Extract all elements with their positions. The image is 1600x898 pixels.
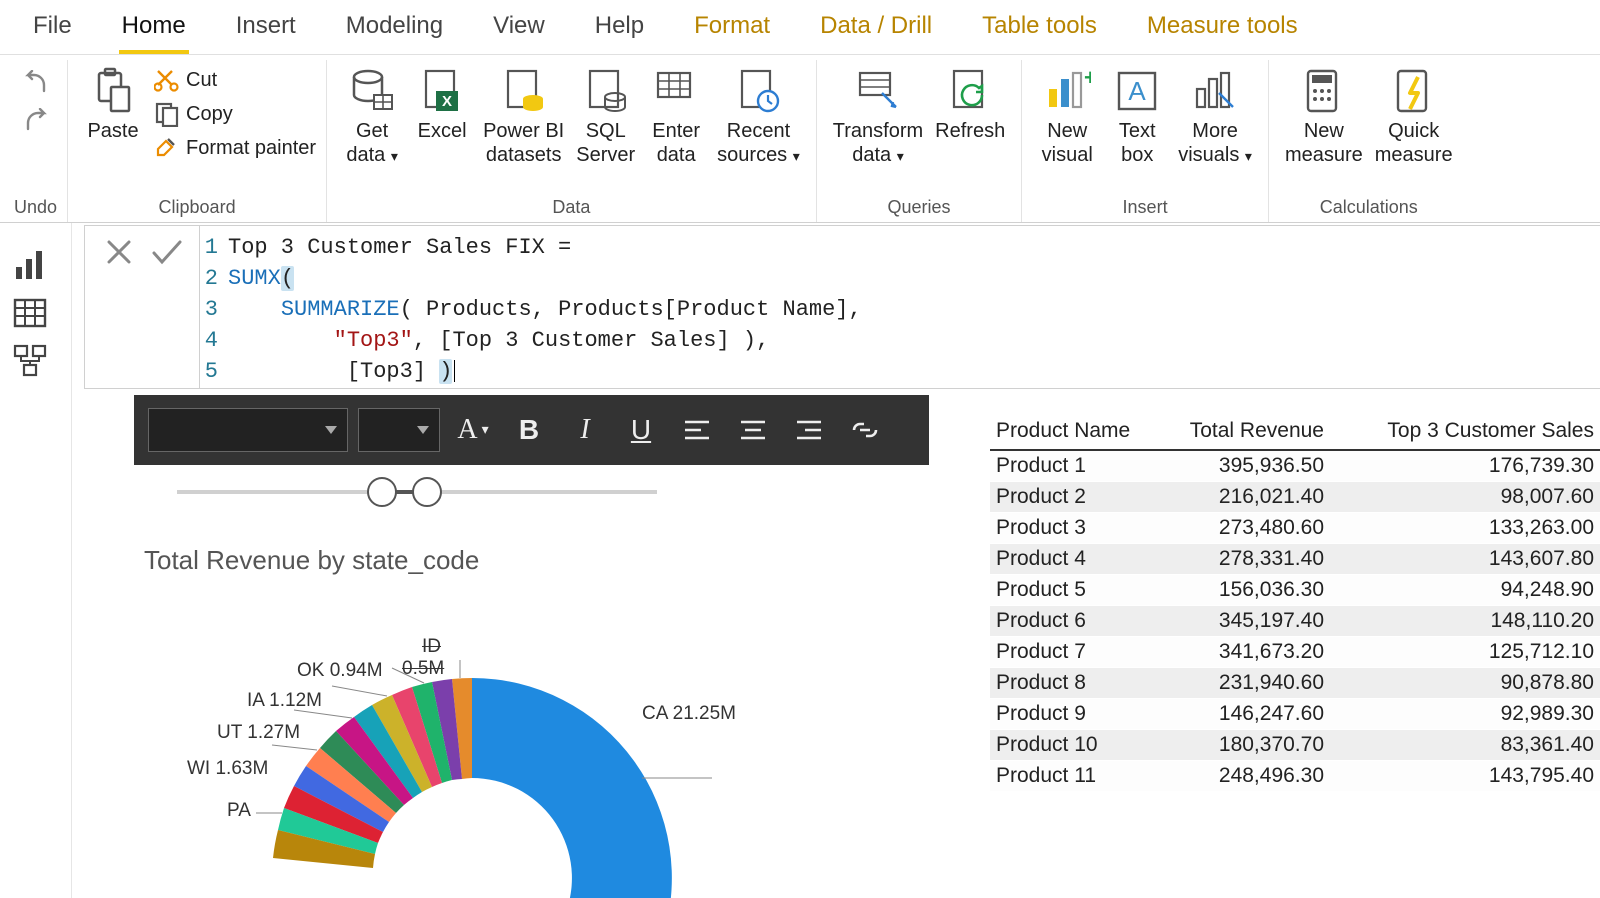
ribbon-tabs: File Home Insert Modeling View Help Format Data… bbox=[0, 0, 1600, 55]
pie-label: UT 1.27M bbox=[217, 722, 300, 744]
formula-commit-button[interactable] bbox=[148, 234, 184, 270]
tab-view[interactable]: View bbox=[490, 6, 548, 54]
table-row[interactable]: Product 11248,496.30143,795.40 bbox=[990, 761, 1600, 792]
font-family-select[interactable] bbox=[148, 408, 348, 452]
recent-sources-button[interactable]: Recent sources ▾ bbox=[711, 65, 806, 169]
underline-button[interactable]: U bbox=[618, 407, 664, 453]
table-row[interactable]: Product 5156,036.3094,248.90 bbox=[990, 575, 1600, 606]
get-data-button[interactable]: Get data ▾ bbox=[337, 65, 407, 169]
table-row[interactable]: Product 10180,370.7083,361.40 bbox=[990, 730, 1600, 761]
product-table[interactable]: Product Name Total Revenue Top 3 Custome… bbox=[990, 413, 1600, 792]
bold-button[interactable]: B bbox=[506, 407, 552, 453]
transform-data-button[interactable]: Transform data ▾ bbox=[827, 65, 929, 169]
table-row[interactable]: Product 6345,197.40148,110.20 bbox=[990, 606, 1600, 637]
formula-cancel-button[interactable] bbox=[101, 234, 137, 270]
tab-modeling[interactable]: Modeling bbox=[343, 6, 446, 54]
pie-label: PA bbox=[227, 800, 251, 822]
format-painter-button[interactable]: Format painter bbox=[154, 133, 316, 163]
tab-home[interactable]: Home bbox=[119, 6, 189, 54]
redo-button[interactable] bbox=[19, 108, 53, 138]
workspace: Inc 1Top 3 Customer Sales FIX =2SUMX(3 S… bbox=[0, 223, 1600, 898]
undo-button[interactable] bbox=[19, 70, 53, 100]
pie-label: OK 0.94M bbox=[297, 660, 383, 682]
table-row[interactable]: Product 9146,247.6092,989.30 bbox=[990, 699, 1600, 730]
table-row[interactable]: Product 8231,940.6090,878.80 bbox=[990, 668, 1600, 699]
align-center-button[interactable] bbox=[730, 407, 776, 453]
sql-server-button[interactable]: SQL Server bbox=[570, 65, 641, 169]
pie-label: IA 1.12M bbox=[247, 690, 322, 712]
table-row[interactable]: Product 2216,021.4098,007.60 bbox=[990, 482, 1600, 513]
queries-group-label: Queries bbox=[887, 195, 950, 222]
table-row[interactable]: Product 1395,936.50176,739.30 bbox=[990, 451, 1600, 482]
svg-text:X: X bbox=[442, 93, 452, 110]
tab-measure-tools[interactable]: Measure tools bbox=[1144, 6, 1301, 54]
pie-label: ID bbox=[422, 636, 441, 658]
refresh-button[interactable]: Refresh bbox=[929, 65, 1011, 145]
quick-measure-button[interactable]: Quick measure bbox=[1369, 65, 1459, 169]
range-slicer[interactable] bbox=[177, 477, 657, 507]
table-row[interactable]: Product 7341,673.20125,712.10 bbox=[990, 637, 1600, 668]
tab-format[interactable]: Format bbox=[691, 6, 773, 54]
more-visuals-button[interactable]: More visuals ▾ bbox=[1172, 65, 1258, 169]
data-group-label: Data bbox=[552, 195, 590, 222]
enter-data-button[interactable]: Enter data bbox=[641, 65, 711, 169]
new-visual-button[interactable]: + New visual bbox=[1032, 65, 1102, 169]
excel-button[interactable]: X Excel bbox=[407, 65, 477, 145]
pie-label: 0.5M bbox=[402, 658, 444, 680]
model-view-icon[interactable] bbox=[12, 343, 48, 379]
undo-group-label: Undo bbox=[14, 195, 57, 222]
tab-help[interactable]: Help bbox=[592, 6, 647, 54]
align-left-button[interactable] bbox=[674, 407, 720, 453]
paste-button[interactable]: Paste bbox=[78, 65, 148, 145]
svg-text:A: A bbox=[1129, 76, 1147, 106]
new-measure-button[interactable]: New measure bbox=[1279, 65, 1369, 169]
text-box-button[interactable]: A Text box bbox=[1102, 65, 1172, 169]
clipboard-group-label: Clipboard bbox=[159, 195, 236, 222]
formula-bar: 1Top 3 Customer Sales FIX =2SUMX(3 SUMMA… bbox=[84, 225, 1600, 389]
insert-group-label: Insert bbox=[1123, 195, 1168, 222]
svg-text:+: + bbox=[1084, 67, 1091, 90]
chart-title: Total Revenue by state_code bbox=[144, 545, 479, 576]
align-right-button[interactable] bbox=[786, 407, 832, 453]
text-format-toolbar: A▾ B I U bbox=[134, 395, 929, 465]
table-row[interactable]: Product 4278,331.40143,607.80 bbox=[990, 544, 1600, 575]
report-view-icon[interactable] bbox=[12, 247, 48, 283]
font-size-select[interactable] bbox=[358, 408, 440, 452]
hyperlink-button[interactable] bbox=[842, 407, 888, 453]
tab-table-tools[interactable]: Table tools bbox=[979, 6, 1100, 54]
italic-button[interactable]: I bbox=[562, 407, 608, 453]
cut-button[interactable]: Cut bbox=[154, 65, 316, 95]
donut-chart[interactable]: CA 21.25M ID 0.5M OK 0.94M IA 1.12M UT 1… bbox=[182, 628, 722, 898]
ribbon: Undo Paste Cut Copy Format painter bbox=[0, 55, 1600, 223]
table-row[interactable]: Product 3273,480.60133,263.00 bbox=[990, 513, 1600, 544]
tab-insert[interactable]: Insert bbox=[233, 6, 299, 54]
report-canvas: Inc 1Top 3 Customer Sales FIX =2SUMX(3 S… bbox=[72, 223, 1600, 898]
copy-button[interactable]: Copy bbox=[154, 99, 316, 129]
powerbi-datasets-button[interactable]: Power BI datasets bbox=[477, 65, 570, 169]
pie-label: WI 1.63M bbox=[187, 758, 268, 780]
font-color-button[interactable]: A▾ bbox=[450, 407, 496, 453]
view-switcher bbox=[0, 223, 72, 898]
data-view-icon[interactable] bbox=[12, 295, 48, 331]
pie-label: CA 21.25M bbox=[642, 703, 736, 725]
formula-editor[interactable]: 1Top 3 Customer Sales FIX =2SUMX(3 SUMMA… bbox=[200, 225, 1600, 389]
tab-file[interactable]: File bbox=[30, 6, 75, 54]
table-header: Product Name Total Revenue Top 3 Custome… bbox=[990, 413, 1600, 451]
calc-group-label: Calculations bbox=[1320, 195, 1418, 222]
tab-data-drill[interactable]: Data / Drill bbox=[817, 6, 935, 54]
